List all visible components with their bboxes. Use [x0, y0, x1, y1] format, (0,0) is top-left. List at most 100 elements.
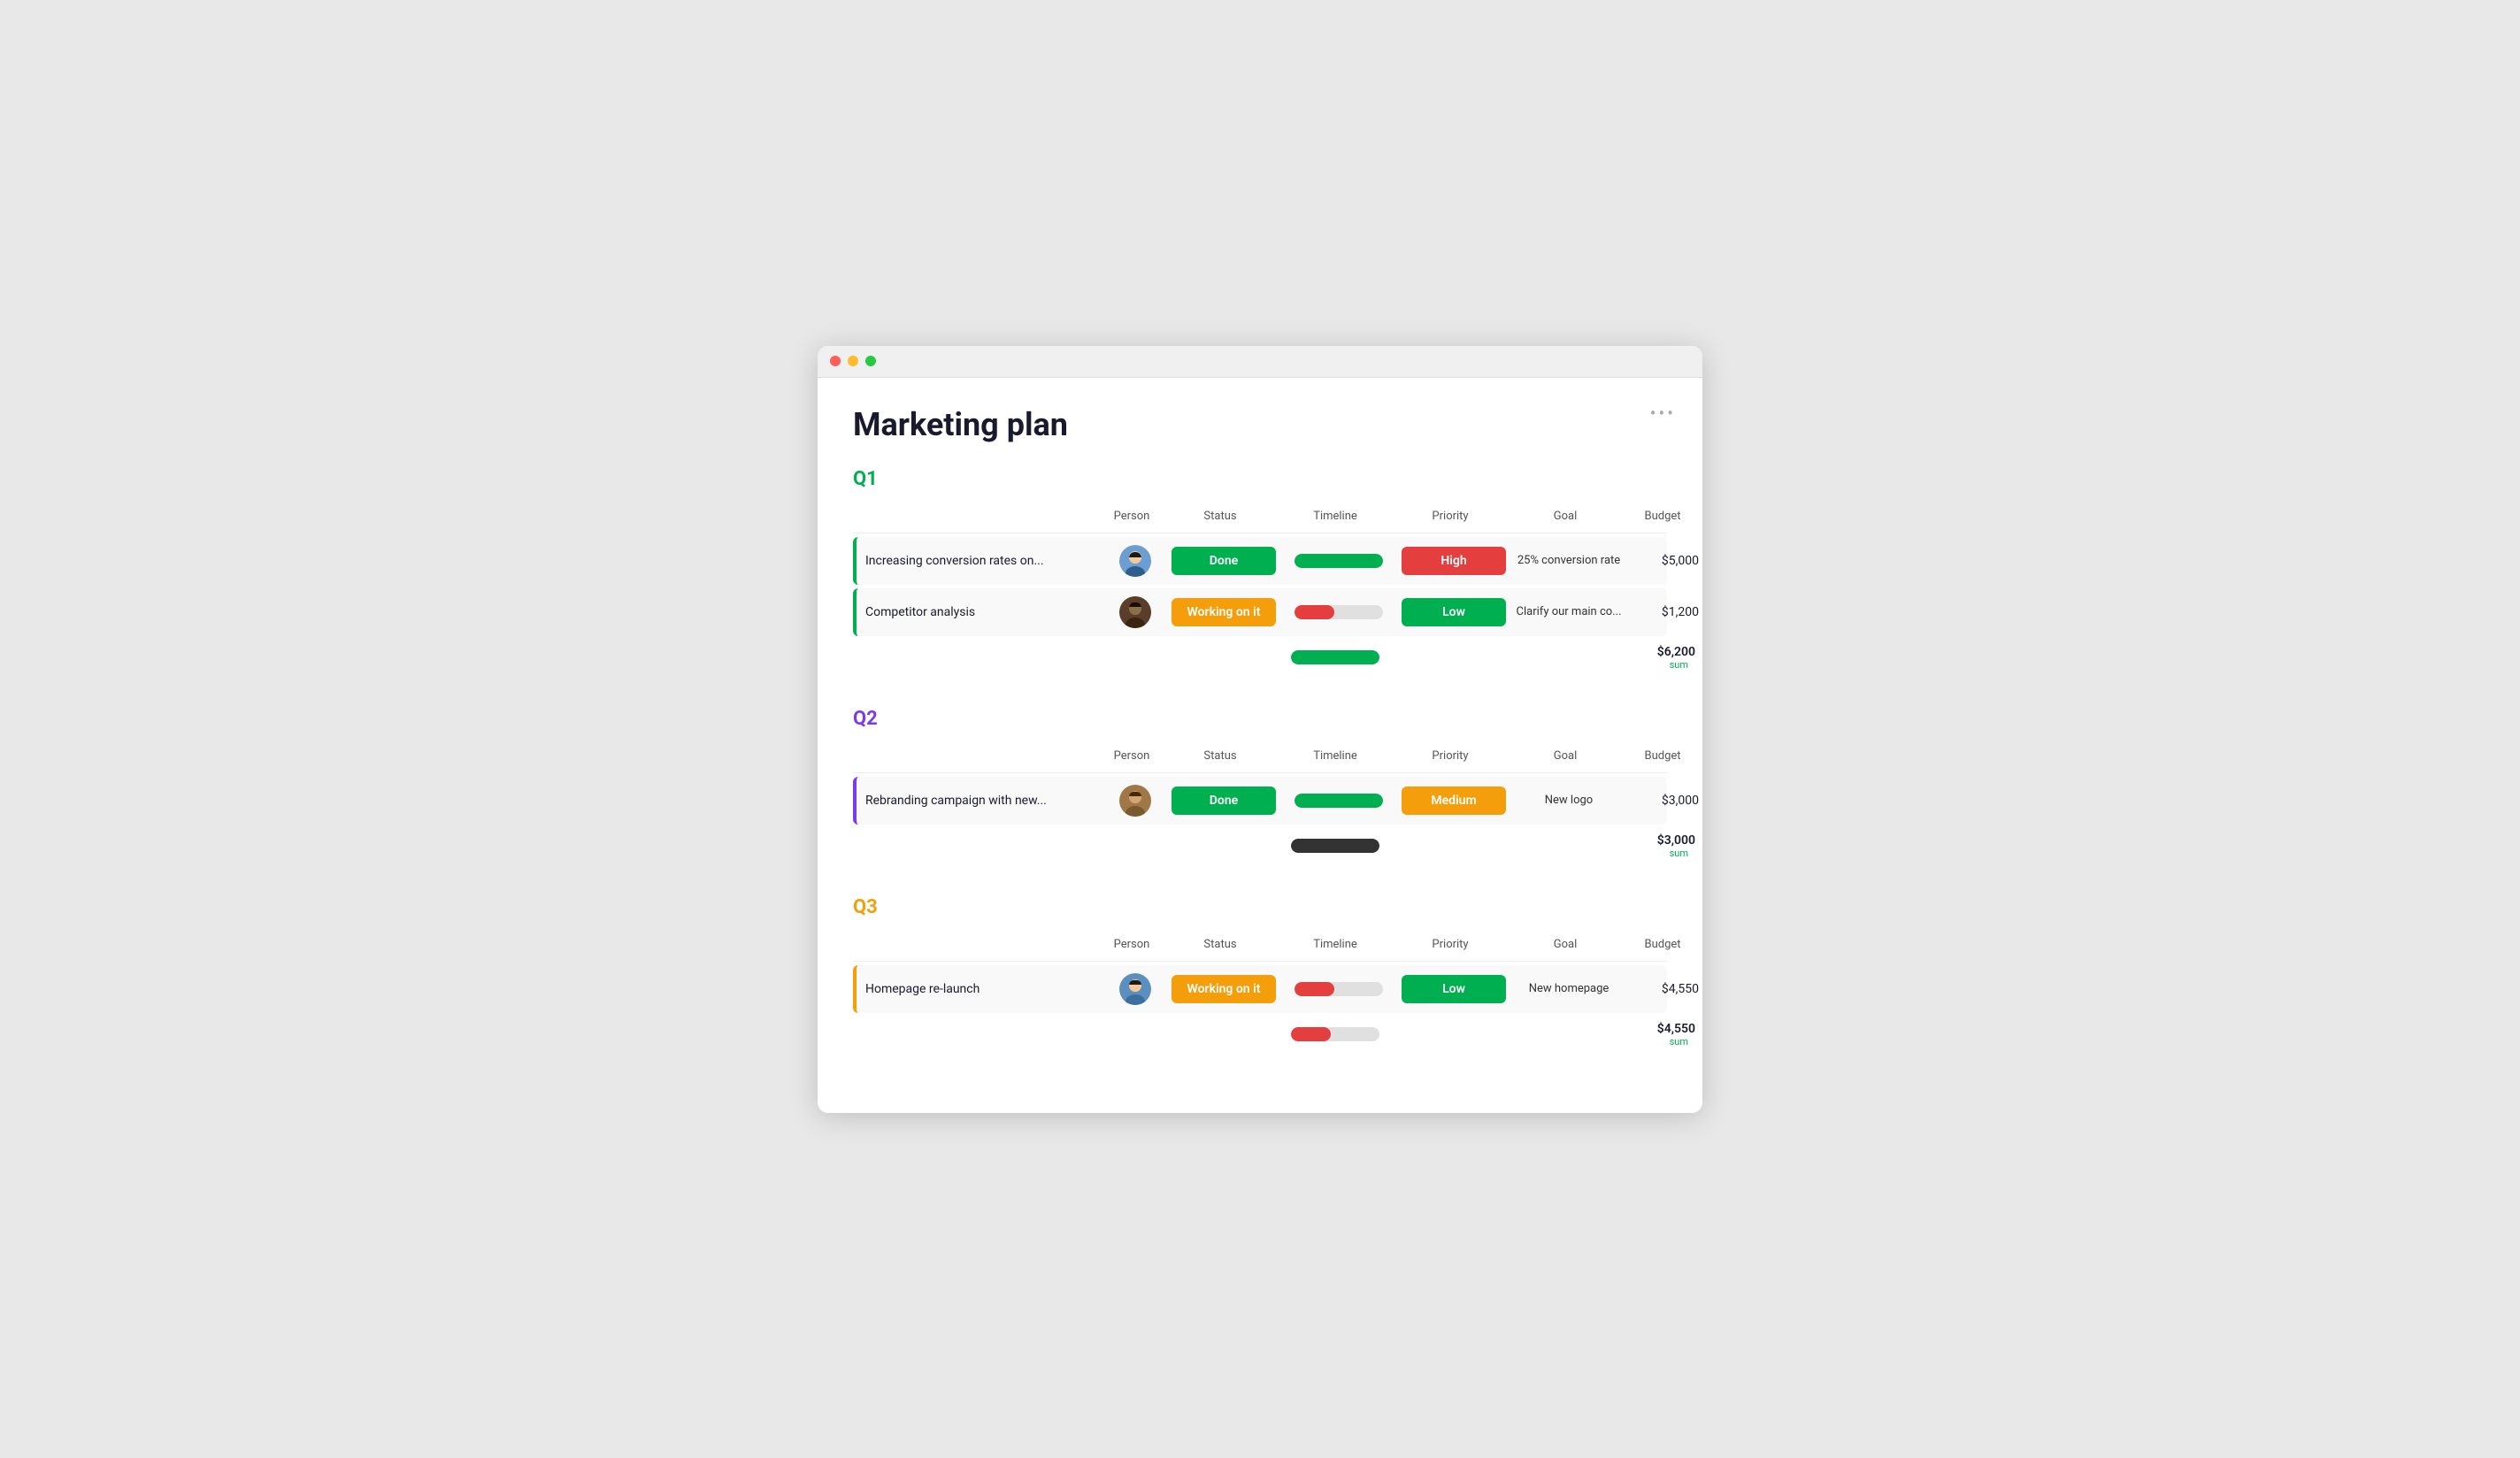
col-priority-q3: Priority [1393, 938, 1508, 951]
main-content: Marketing plan ••• Q1 Person Status Time… [818, 378, 1702, 1113]
timeline-cell [1281, 982, 1396, 996]
priority-badge[interactable]: Low [1402, 975, 1506, 1003]
col-priority-q2: Priority [1393, 749, 1508, 763]
timeline-bar [1295, 554, 1383, 568]
budget-cell: $3,000 [1626, 794, 1702, 808]
more-options-icon[interactable]: ••• [1650, 403, 1676, 424]
section-q2-header: Q2 [853, 708, 1667, 730]
q2-table-header: Person Status Timeline Priority Goal Bud… [853, 741, 1667, 773]
timeline-cell [1281, 554, 1396, 568]
summary-row: $6,200 sum [853, 640, 1667, 676]
table-row: Increasing conversion rates on... Done [853, 537, 1667, 585]
budget-cell: $4,550 [1626, 982, 1702, 996]
table-row: Homepage re-launch Working on it [853, 965, 1667, 1013]
avatar [1119, 785, 1151, 817]
goal-cell: New logo [1511, 794, 1626, 807]
summary-timeline [1278, 1027, 1393, 1041]
summary-timeline-bar [1291, 650, 1379, 664]
col-priority-q1: Priority [1393, 510, 1508, 523]
col-goal-q3: Goal [1508, 938, 1623, 951]
summary-timeline-fill [1291, 839, 1379, 853]
q1-table-header: Person Status Timeline Priority Goal Bud… [853, 501, 1667, 533]
col-budget-q3: Budget [1623, 938, 1702, 951]
summary-amount: $3,000 [1623, 833, 1695, 848]
goal-cell: Clarify our main co... [1511, 605, 1626, 618]
timeline-bar [1295, 794, 1383, 808]
avatar [1119, 545, 1151, 577]
col-person-q3: Person [1101, 938, 1163, 951]
goal-cell: 25% conversion rate [1511, 554, 1626, 567]
status-badge[interactable]: Working on it [1172, 598, 1276, 626]
priority-badge[interactable]: Low [1402, 598, 1506, 626]
summary-row: $3,000 sum [853, 828, 1667, 864]
col-timeline-q2: Timeline [1278, 749, 1393, 763]
section-q2: Q2 Person Status Timeline Priority Goal … [853, 708, 1667, 864]
minimize-button[interactable] [848, 356, 858, 366]
q3-table: Person Status Timeline Priority Goal Bud… [853, 929, 1667, 1053]
table-row: Rebranding campaign with new... Done [853, 777, 1667, 825]
col-person-q1: Person [1101, 510, 1163, 523]
table-row: Competitor analysis Working on it [853, 588, 1667, 636]
timeline-bar [1295, 982, 1383, 996]
col-goal-q1: Goal [1508, 510, 1623, 523]
summary-amount: $6,200 [1623, 645, 1695, 659]
summary-timeline-bar [1291, 839, 1379, 853]
summary-sum-label: sum [1623, 659, 1695, 671]
task-name[interactable]: Rebranding campaign with new... [857, 794, 1104, 808]
summary-sum-label: sum [1623, 848, 1695, 859]
col-timeline-q1: Timeline [1278, 510, 1393, 523]
col-budget-q1: Budget [1623, 510, 1702, 523]
summary-timeline [1278, 650, 1393, 664]
summary-budget: $6,200 sum [1623, 645, 1702, 671]
section-q3: Q3 Person Status Timeline Priority Goal … [853, 896, 1667, 1053]
task-name[interactable]: Homepage re-launch [857, 982, 1104, 996]
avatar [1119, 596, 1151, 628]
section-q3-title: Q3 [853, 896, 878, 918]
timeline-bar [1295, 605, 1383, 619]
summary-timeline-bar [1291, 1027, 1379, 1041]
summary-sum-label: sum [1623, 1036, 1695, 1047]
priority-badge[interactable]: Medium [1402, 787, 1506, 815]
section-q3-header: Q3 [853, 896, 1667, 918]
task-name[interactable]: Increasing conversion rates on... [857, 554, 1104, 568]
q2-table: Person Status Timeline Priority Goal Bud… [853, 741, 1667, 864]
col-status-q1: Status [1163, 510, 1278, 523]
budget-cell: $1,200 [1626, 605, 1702, 619]
summary-timeline [1278, 839, 1393, 853]
col-person-q2: Person [1101, 749, 1163, 763]
col-status-q2: Status [1163, 749, 1278, 763]
timeline-fill [1295, 605, 1334, 619]
avatar [1119, 973, 1151, 1005]
section-q1-title: Q1 [853, 468, 878, 490]
q1-table: Person Status Timeline Priority Goal Bud… [853, 501, 1667, 676]
summary-row: $4,550 sum [853, 1017, 1667, 1053]
app-window: Marketing plan ••• Q1 Person Status Time… [818, 346, 1702, 1113]
budget-cell: $5,000 [1626, 554, 1702, 568]
q3-table-header: Person Status Timeline Priority Goal Bud… [853, 929, 1667, 962]
maximize-button[interactable] [865, 356, 876, 366]
summary-timeline-fill [1291, 1027, 1331, 1041]
summary-budget: $3,000 sum [1623, 833, 1702, 859]
timeline-fill [1295, 554, 1383, 568]
summary-amount: $4,550 [1623, 1022, 1695, 1036]
section-q1: Q1 Person Status Timeline Priority Goal … [853, 468, 1667, 676]
status-badge[interactable]: Working on it [1172, 975, 1276, 1003]
timeline-fill [1295, 982, 1334, 996]
col-timeline-q3: Timeline [1278, 938, 1393, 951]
status-badge[interactable]: Done [1172, 787, 1276, 815]
close-button[interactable] [830, 356, 841, 366]
col-goal-q2: Goal [1508, 749, 1623, 763]
page-title: Marketing plan [853, 406, 1667, 443]
summary-timeline-fill [1291, 650, 1379, 664]
titlebar [818, 346, 1702, 378]
section-q2-title: Q2 [853, 708, 878, 730]
summary-budget: $4,550 sum [1623, 1022, 1702, 1047]
goal-cell: New homepage [1511, 982, 1626, 995]
section-q1-header: Q1 [853, 468, 1667, 490]
timeline-fill [1295, 794, 1383, 808]
timeline-cell [1281, 605, 1396, 619]
priority-badge[interactable]: High [1402, 547, 1506, 575]
col-status-q3: Status [1163, 938, 1278, 951]
task-name[interactable]: Competitor analysis [857, 605, 1104, 619]
status-badge[interactable]: Done [1172, 547, 1276, 575]
